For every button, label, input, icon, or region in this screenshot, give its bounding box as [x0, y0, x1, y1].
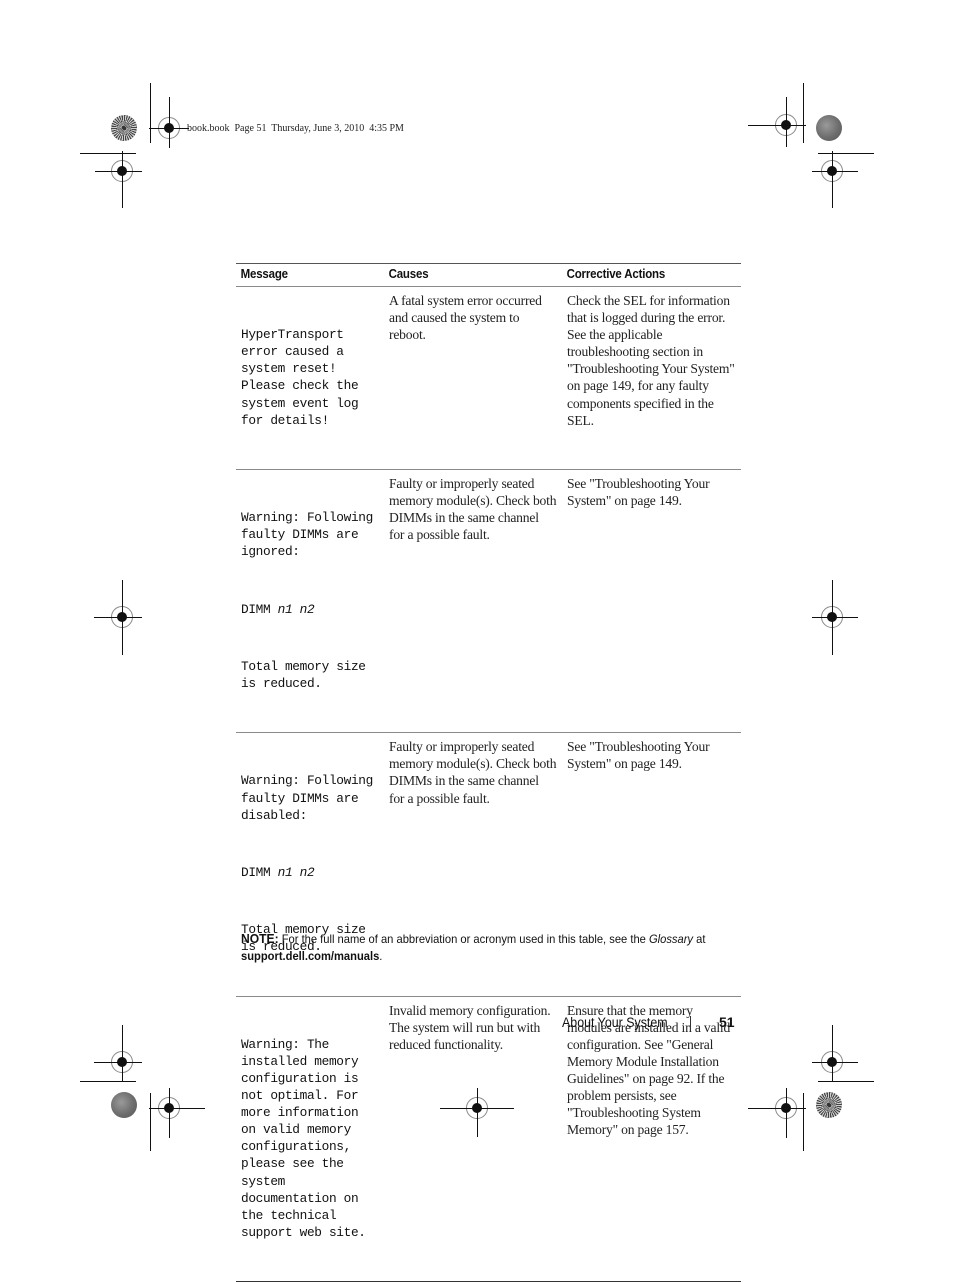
message-text: HyperTransport error caused a system res… — [241, 327, 366, 428]
crop-line — [80, 1081, 136, 1082]
column-header-causes: Causes — [388, 267, 429, 281]
crop-line — [786, 1093, 787, 1138]
print-slug: book.book Page 51 Thursday, June 3, 2010… — [187, 123, 404, 134]
starburst-target-icon — [111, 115, 137, 141]
crop-line — [803, 1093, 804, 1151]
table-row: Warning: The installed memory configurat… — [236, 996, 741, 1282]
crop-line — [832, 158, 833, 208]
note-period: . — [379, 949, 383, 963]
footer-section-title: About Your System — [562, 1015, 668, 1030]
dimm-label: DIMM — [241, 864, 271, 880]
crop-line — [832, 1025, 833, 1077]
dimm-variables: n1 n2 — [277, 601, 315, 617]
halftone-dot-icon — [816, 115, 842, 141]
causes-cell: Faulty or improperly seated memory modul… — [389, 475, 557, 543]
table-note: NOTE: For the full name of an abbreviati… — [241, 930, 706, 965]
crop-line — [94, 1062, 134, 1063]
column-header-message: Message — [240, 267, 288, 281]
message-cell: Warning: Following faulty DIMMs are igno… — [236, 469, 384, 732]
table-row: HyperTransport error caused a system res… — [236, 287, 741, 470]
crop-line — [803, 83, 804, 143]
actions-cell: Check the SEL for information that is lo… — [567, 293, 735, 428]
causes-cell: A fatal system error occurred and caused… — [389, 293, 542, 343]
message-dimm-line: DIMM n1 n2 — [241, 601, 379, 618]
crop-line — [818, 1062, 858, 1063]
halftone-dot-icon — [111, 1092, 137, 1118]
message-dimm-line: DIMM n1 n2 — [241, 864, 379, 881]
crop-line — [748, 1108, 800, 1109]
crop-line — [818, 617, 858, 618]
message-text: Warning: The installed memory configurat… — [241, 1036, 366, 1240]
footer-separator — [690, 1016, 691, 1030]
crop-line — [748, 125, 800, 126]
support-manuals-link[interactable]: support.dell.com/manuals — [241, 949, 379, 963]
note-text: For the full name of an abbreviation or … — [278, 932, 649, 946]
crop-line — [150, 1093, 151, 1151]
message-cell: Warning: The installed memory configurat… — [236, 996, 384, 1282]
crop-line — [80, 153, 136, 154]
actions-cell: See "Troubleshooting Your System" on pag… — [567, 475, 710, 509]
message-text: Warning: Following faulty DIMMs are disa… — [241, 773, 381, 823]
glossary-term: Glossary — [648, 932, 694, 946]
page-number: 51 — [719, 1014, 735, 1030]
starburst-target-icon — [816, 1092, 842, 1118]
actions-cell: Ensure that the memory modules are insta… — [567, 1002, 731, 1138]
dimm-label: DIMM — [241, 601, 271, 617]
crop-line — [122, 158, 123, 208]
message-text: Total memory size is reduced. — [241, 658, 373, 691]
table-header-row: Message Causes Corrective Actions — [236, 263, 741, 287]
table-row: Warning: Following faulty DIMMs are igno… — [236, 469, 741, 733]
crop-line — [169, 1093, 170, 1138]
message-text: Warning: Following faulty DIMMs are igno… — [241, 510, 381, 560]
message-cell: HyperTransport error caused a system res… — [236, 287, 384, 470]
crop-line — [155, 1108, 205, 1109]
column-header-corrective-actions: Corrective Actions — [566, 267, 666, 281]
note-label: NOTE: — [241, 931, 279, 946]
crop-line — [150, 83, 151, 143]
dimm-variables: n1 n2 — [277, 864, 315, 880]
crop-line — [94, 617, 134, 618]
crop-line — [122, 1025, 123, 1077]
crop-line — [818, 153, 874, 154]
crop-line — [155, 128, 185, 129]
crop-line — [786, 97, 787, 147]
crop-line — [818, 1081, 874, 1082]
error-message-table: Message Causes Corrective Actions HyperT… — [236, 263, 741, 1282]
causes-cell: Invalid memory configuration. The system… — [389, 1002, 551, 1052]
crop-line — [169, 97, 170, 147]
note-text-at: at — [693, 932, 706, 946]
crop-line — [95, 171, 135, 172]
crop-line — [818, 171, 858, 172]
